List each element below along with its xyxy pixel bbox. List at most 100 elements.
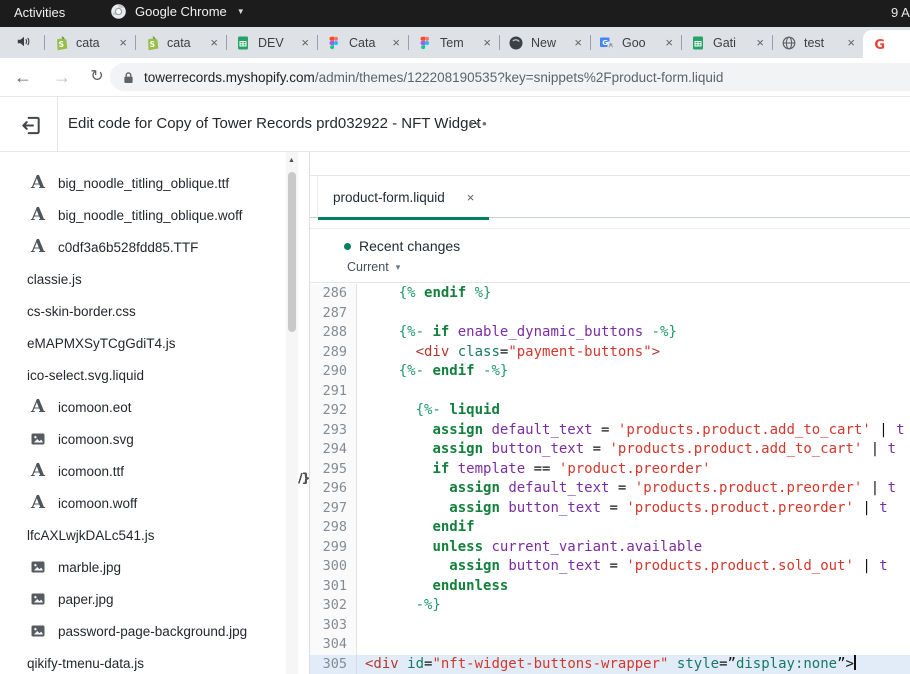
line-text[interactable] (357, 304, 910, 324)
forward-button[interactable]: → (49, 64, 75, 90)
close-tab-icon[interactable]: × (117, 36, 129, 49)
line-number: 302 (310, 596, 357, 616)
address-bar[interactable]: towerrecords.myshopify.com/admin/themes/… (110, 63, 910, 91)
recent-changes-title-row: Recent changes (344, 238, 460, 254)
browser-tab-Gati[interactable]: Gati× (681, 27, 772, 58)
browser-tab-Goo[interactable]: GGoo× (590, 27, 681, 58)
line-number: 289 (310, 343, 357, 363)
reload-button[interactable]: ↻ (84, 64, 110, 90)
line-text[interactable]: endunless (357, 577, 910, 597)
file-item-c0df3a6b528fdd85.TTF[interactable]: Ac0df3a6b528fdd85.TTF (0, 231, 309, 263)
code-line-290[interactable]: 290 {%- endif -%} (310, 362, 910, 382)
line-text[interactable]: unless current_variant.available (357, 538, 910, 558)
line-text[interactable]: assign button_text = 'products.product.s… (357, 557, 910, 577)
close-tab-icon[interactable]: × (467, 190, 475, 205)
activities-button[interactable]: Activities (14, 5, 65, 20)
tab-label: Tem (440, 36, 481, 50)
sidebar-scrollbar[interactable]: ▲ (286, 152, 298, 674)
code-line-304[interactable]: 304 (310, 635, 910, 655)
line-text[interactable]: assign button_text = 'products.product.p… (357, 499, 910, 519)
lock-icon[interactable] (123, 71, 134, 84)
line-text[interactable] (357, 616, 910, 636)
exit-code-editor-button[interactable] (16, 110, 46, 140)
code-line-305[interactable]: 305<div id="nft-widget-buttons-wrapper" … (310, 655, 910, 674)
chevron-down-icon: ▼ (237, 7, 245, 16)
globe-favicon-icon (781, 35, 797, 51)
code-line-287[interactable]: 287 (310, 304, 910, 324)
file-item-qikify-tmenu-data.js[interactable]: {/}qikify-tmenu-data.js (0, 647, 309, 674)
close-tab-icon[interactable]: × (208, 36, 220, 49)
system-clock[interactable]: 9 A (891, 5, 910, 20)
file-item-big_noodle_titling_oblique.ttf[interactable]: Abig_noodle_titling_oblique.ttf (0, 167, 309, 199)
file-name: big_noodle_titling_oblique.ttf (58, 176, 229, 191)
close-tab-icon[interactable]: × (481, 36, 493, 49)
code-line-300[interactable]: 300 assign button_text = 'products.produ… (310, 557, 910, 577)
code-line-295[interactable]: 295 if template == 'product.preorder' (310, 460, 910, 480)
line-text[interactable]: {% endif %} (357, 284, 910, 304)
line-number: 301 (310, 577, 357, 597)
code-area[interactable]: 286 {% endif %}287288 {%- if enable_dyna… (310, 284, 910, 674)
code-line-289[interactable]: 289 <div class="payment-buttons"> (310, 343, 910, 363)
browser-tab-cata[interactable]: Scata× (135, 27, 226, 58)
browser-tab-Tem[interactable]: Tem× (408, 27, 499, 58)
line-text[interactable]: assign default_text = 'products.product.… (357, 421, 910, 441)
google-favicon-icon: G (872, 36, 888, 52)
close-tab-icon[interactable]: × (299, 36, 311, 49)
svg-text:G: G (602, 39, 608, 47)
browser-tab-DEV[interactable]: DEV× (226, 27, 317, 58)
editor-tab-product-form[interactable]: product-form.liquid × (317, 176, 489, 219)
close-tab-icon[interactable]: × (663, 36, 675, 49)
code-line-296[interactable]: 296 assign default_text = 'products.prod… (310, 479, 910, 499)
code-line-298[interactable]: 298 endif (310, 518, 910, 538)
code-line-294[interactable]: 294 assign button_text = 'products.produ… (310, 440, 910, 460)
line-number: 298 (310, 518, 357, 538)
line-number: 290 (310, 362, 357, 382)
code-line-291[interactable]: 291 (310, 382, 910, 402)
code-line-302[interactable]: 302 -%} (310, 596, 910, 616)
line-text[interactable]: <div id="nft-widget-buttons-wrapper" sty… (357, 655, 910, 674)
close-tab-icon[interactable]: × (845, 36, 857, 49)
page-title: Edit code for Copy of Tower Records prd0… (68, 115, 481, 132)
code-line-293[interactable]: 293 assign default_text = 'products.prod… (310, 421, 910, 441)
version-dropdown[interactable]: Current ▾ (347, 260, 400, 274)
file-sidebar: Abig_noodle_titling_oblique.ttfAbig_nood… (0, 152, 309, 674)
line-text[interactable]: if template == 'product.preorder' (357, 460, 910, 480)
line-text[interactable]: assign default_text = 'products.product.… (357, 479, 910, 499)
more-options-button[interactable]: ••• (465, 112, 493, 135)
line-text[interactable] (357, 635, 910, 655)
code-file-icon: {/} (0, 284, 309, 674)
line-text[interactable] (357, 382, 910, 402)
browser-tab-cata[interactable]: Scata× (44, 27, 135, 58)
code-line-292[interactable]: 292 {%- liquid (310, 401, 910, 421)
app-menu-button[interactable]: Google Chrome ▼ (110, 3, 245, 20)
code-line-288[interactable]: 288 {%- if enable_dynamic_buttons -%} (310, 323, 910, 343)
line-text[interactable]: {%- if enable_dynamic_buttons -%} (357, 323, 910, 343)
line-text[interactable]: -%} (357, 596, 910, 616)
browser-tab-test[interactable]: test× (772, 27, 863, 58)
browser-tab-New[interactable]: New× (499, 27, 590, 58)
code-line-286[interactable]: 286 {% endif %} (310, 284, 910, 304)
tab-label: DEV (258, 36, 299, 50)
code-line-299[interactable]: 299 unless current_variant.available (310, 538, 910, 558)
browser-tab-active[interactable]: G (863, 30, 910, 58)
browser-tab-Cata[interactable]: Cata× (317, 27, 408, 58)
close-tab-icon[interactable]: × (754, 36, 766, 49)
exit-icon (20, 114, 43, 137)
back-button[interactable]: ← (10, 64, 36, 90)
scrollbar-thumb[interactable] (288, 172, 296, 332)
line-text[interactable]: {%- liquid (357, 401, 910, 421)
tab-label: Gati (713, 36, 754, 50)
browser-toolbar: ← → ↻ towerrecords.myshopify.com/admin/t… (0, 58, 910, 97)
code-line-303[interactable]: 303 (310, 616, 910, 636)
line-text[interactable]: {%- endif -%} (357, 362, 910, 382)
line-text[interactable]: assign button_text = 'products.product.a… (357, 440, 910, 460)
scroll-up-arrow-icon[interactable]: ▲ (288, 157, 295, 164)
code-line-301[interactable]: 301 endunless (310, 577, 910, 597)
line-text[interactable]: <div class="payment-buttons"> (357, 343, 910, 363)
close-tab-icon[interactable]: × (390, 36, 402, 49)
close-tab-icon[interactable]: × (572, 36, 584, 49)
code-line-297[interactable]: 297 assign button_text = 'products.produ… (310, 499, 910, 519)
line-text[interactable]: endif (357, 518, 910, 538)
file-item-big_noodle_titling_oblique.woff[interactable]: Abig_noodle_titling_oblique.woff (0, 199, 309, 231)
tab-label: New (531, 36, 572, 50)
